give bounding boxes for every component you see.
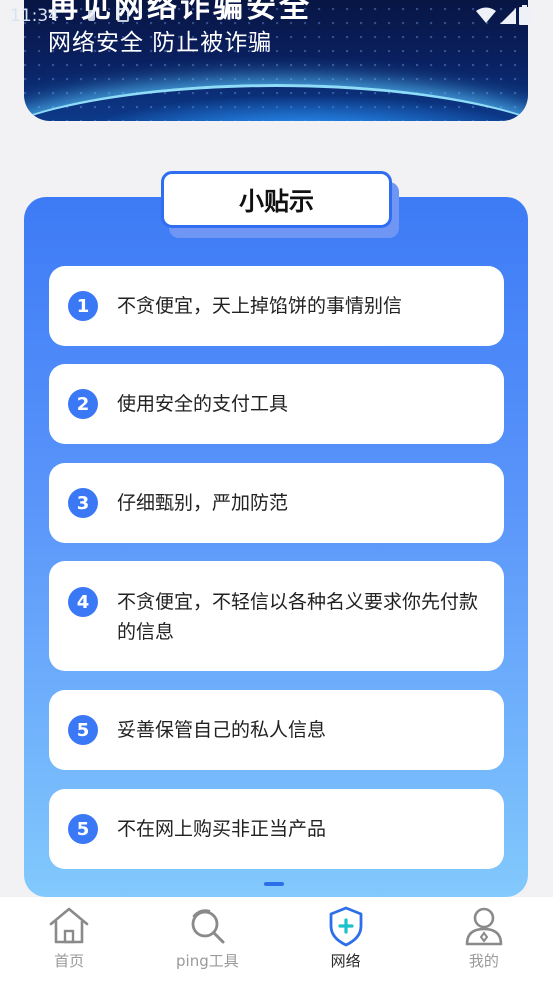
tip-text: 使用安全的支付工具 (117, 393, 289, 415)
nav-label: 网络 (330, 952, 361, 970)
tips-heading: 小贴示 (161, 171, 392, 228)
bottom-nav: 首页 ping工具 网络 我的 (0, 897, 553, 984)
tip-text: 不贪便宜，天上掉馅饼的事情别信 (117, 295, 403, 317)
tip-item[interactable]: 1 不贪便宜，天上掉馅饼的事情别信 (49, 266, 504, 346)
sim-icon (117, 8, 129, 22)
tip-number-badge: 5 (68, 715, 98, 745)
tip-item[interactable]: 3 仔细甄别，严加防范 (49, 463, 504, 543)
nav-item-network[interactable]: 网络 (277, 897, 415, 984)
home-icon (49, 907, 89, 944)
tip-item[interactable]: 5 妥善保管自己的私人信息 (49, 690, 504, 770)
status-bar: 11:34 (0, 0, 553, 34)
nav-label: 我的 (468, 952, 499, 970)
status-time: 11:34 (10, 6, 59, 26)
user-icon (465, 907, 503, 946)
tip-item[interactable]: 4 不贪便宜，不轻信以各种名义要求你先付款的信息 (49, 561, 504, 671)
nav-item-ping-tool[interactable]: ping工具 (138, 897, 276, 984)
tip-number-badge: 2 (68, 389, 98, 419)
notification-icon (88, 10, 95, 21)
tip-number-badge: 4 (68, 587, 98, 617)
tip-number-badge: 3 (68, 488, 98, 518)
wifi-icon (476, 7, 496, 23)
tip-text: 不贪便宜，不轻信以各种名义要求你先付款的信息 (117, 591, 479, 643)
page-indicator (264, 882, 284, 886)
search-icon (191, 909, 225, 944)
tip-text: 妥善保管自己的私人信息 (117, 719, 327, 741)
tip-number-badge: 5 (68, 814, 98, 844)
nav-label: ping工具 (176, 952, 239, 970)
nav-item-profile[interactable]: 我的 (415, 897, 553, 984)
signal-icon (500, 8, 516, 24)
nav-item-home[interactable]: 首页 (0, 897, 138, 984)
tip-item[interactable]: 5 不在网上购买非正当产品 (49, 789, 504, 869)
battery-icon (519, 5, 530, 25)
tip-text: 不在网上购买非正当产品 (117, 818, 327, 840)
tip-item[interactable]: 2 使用安全的支付工具 (49, 364, 504, 444)
earth-glow-graphic (24, 84, 528, 121)
nav-label: 首页 (54, 952, 85, 970)
shield-plus-icon (329, 906, 363, 947)
tip-number-badge: 1 (68, 291, 98, 321)
tip-text: 仔细甄别，严加防范 (117, 492, 289, 514)
